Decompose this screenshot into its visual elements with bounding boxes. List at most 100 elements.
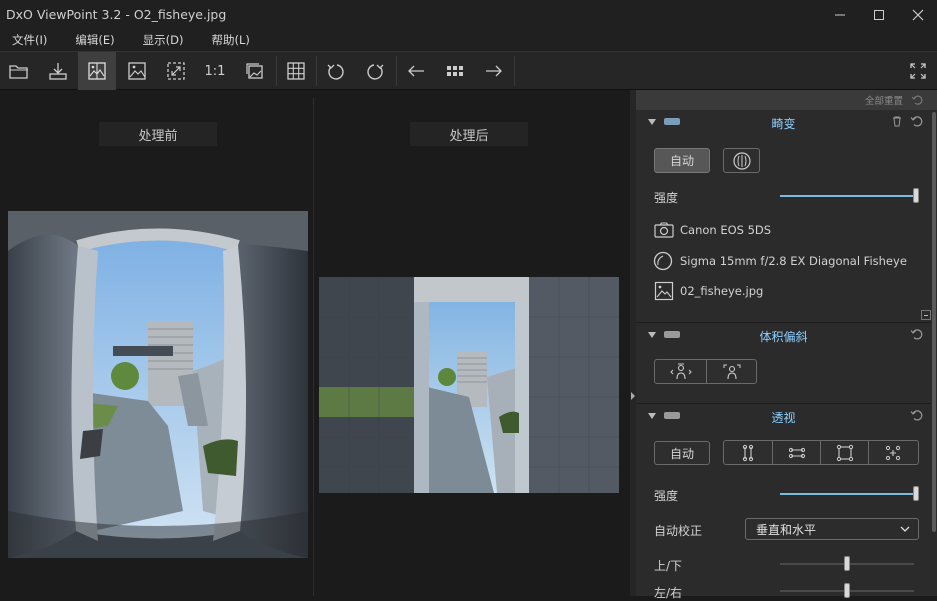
export-icon (49, 63, 67, 80)
horizontal-shift-label: 左/右 (654, 586, 683, 600)
rotate-right-button[interactable] (356, 52, 394, 90)
fullscreen-icon (910, 63, 926, 79)
menu-bar: 文件(I) 编辑(E) 显示(D) 帮助(L) (0, 29, 937, 51)
after-label: 处理后 (410, 122, 528, 146)
trash-icon[interactable] (891, 115, 903, 127)
vertical-shift-label: 上/下 (654, 559, 683, 573)
perspective-mode-group (723, 440, 919, 465)
next-image-button[interactable] (475, 52, 513, 90)
zoom-100-button[interactable]: 1:1 (196, 52, 234, 90)
compare-view-button[interactable] (78, 52, 116, 90)
menu-edit[interactable]: 编辑(E) (75, 32, 114, 48)
auto-correct-label: 自动校正 (654, 524, 703, 538)
grid-icon (287, 62, 305, 80)
distortion-title: 畸变 (771, 117, 796, 131)
perspective-intensity-label: 强度 (654, 489, 679, 503)
distortion-manual-button[interactable] (723, 148, 760, 173)
undo-icon[interactable] (911, 94, 923, 106)
person-corner-icon (723, 364, 740, 379)
camera-model: Canon EOS 5DS (680, 223, 772, 237)
menu-display[interactable]: 显示(D) (143, 32, 184, 48)
perspective-intensity-track[interactable] (780, 493, 914, 495)
fit-to-screen-button[interactable] (157, 52, 195, 90)
lens-model: Sigma 15mm f/2.8 EX Diagonal Fisheye (680, 254, 907, 268)
auto-correct-select[interactable]: 垂直和水平 (745, 518, 919, 540)
toolbar: 1:1 (0, 51, 937, 90)
perspective-rectangle-button[interactable] (820, 441, 868, 464)
perspective-auto-button[interactable]: 自动 (654, 441, 710, 465)
distortion-header[interactable]: 畸变 (636, 110, 931, 134)
layers-icon (246, 63, 263, 79)
folder-icon (9, 65, 28, 79)
window-title: DxO ViewPoint 3.2 - O2_fisheye.jpg (6, 7, 227, 22)
minimize-button[interactable] (820, 0, 859, 29)
auto-correct-value: 垂直和水平 (756, 522, 817, 537)
volume-deformation-section: 体积偏斜 (636, 323, 931, 403)
thumbnails-icon (447, 66, 463, 76)
collapse-box-icon[interactable] (921, 310, 931, 320)
image-viewer: 处理前 处理后 (0, 90, 630, 596)
fit-screen-icon (167, 62, 185, 80)
rotate-left-button[interactable] (317, 52, 355, 90)
arrow-right-icon (486, 65, 502, 77)
volume-cylindrical-button[interactable] (655, 360, 706, 383)
grid-button[interactable] (277, 52, 315, 90)
perspective-section: 透视 自动 强度 自动校正 垂直和水平 上/下 左/右 (636, 404, 931, 600)
menu-file[interactable]: 文件(I) (12, 32, 47, 48)
distortion-intensity-track[interactable] (780, 195, 914, 197)
volume-title: 体积偏斜 (759, 330, 808, 344)
maximize-button[interactable] (859, 0, 898, 29)
rotate-right-icon (367, 64, 384, 80)
file-name: 02_fisheye.jpg (680, 284, 764, 298)
compare-divider[interactable] (313, 98, 314, 596)
undo-icon[interactable] (909, 114, 923, 128)
menu-help[interactable]: 帮助(L) (211, 32, 249, 48)
split-image-icon (88, 62, 106, 80)
fisheye-photo (8, 211, 308, 558)
chevron-down-icon (900, 526, 910, 532)
points-icon (885, 445, 900, 460)
before-label: 处理前 (99, 122, 217, 146)
before-image[interactable] (8, 211, 308, 558)
correction-panel: 全部重置 畸变 自动 强度 Canon EOS 5DS Sigma 15mm f… (636, 90, 937, 600)
perspective-header[interactable]: 透视 (636, 404, 931, 428)
rectangle-icon (836, 444, 853, 461)
image-icon (128, 62, 146, 80)
arrow-left-icon (408, 65, 424, 77)
distortion-section: 畸变 自动 强度 Canon EOS 5DS Sigma 15mm f/2.8 … (636, 110, 931, 323)
reset-all-button[interactable]: 全部重置 (865, 93, 903, 107)
fisheye-lens-icon (732, 151, 751, 170)
volume-spherical-button[interactable] (706, 360, 756, 383)
close-button[interactable] (898, 0, 937, 29)
export-button[interactable] (39, 52, 77, 90)
title-bar: DxO ViewPoint 3.2 - O2_fisheye.jpg (0, 0, 937, 29)
perspective-intensity-knob[interactable] (913, 486, 919, 501)
fullscreen-button[interactable] (899, 52, 937, 90)
rotate-left-icon (327, 64, 344, 80)
after-image[interactable] (319, 277, 619, 493)
vertical-lines-icon (742, 444, 754, 461)
perspective-horizontal-button[interactable] (772, 441, 820, 464)
undo-icon[interactable] (909, 408, 923, 422)
horizontal-lines-icon (788, 447, 805, 458)
perspective-vertical-button[interactable] (724, 441, 772, 464)
lens-icon (653, 251, 673, 271)
reset-bar: 全部重置 (636, 90, 937, 110)
perspective-eight-points-button[interactable] (868, 441, 916, 464)
panel-scrollbar[interactable] (931, 110, 937, 596)
previous-image-button[interactable] (397, 52, 435, 90)
distortion-intensity-label: 强度 (654, 191, 679, 205)
distortion-intensity-knob[interactable] (913, 188, 919, 203)
image-browser-button[interactable] (436, 52, 474, 90)
camera-icon (654, 222, 674, 238)
crop-button[interactable] (236, 52, 274, 90)
undo-icon[interactable] (909, 327, 923, 341)
volume-header[interactable]: 体积偏斜 (636, 323, 931, 347)
vertical-shift-knob[interactable] (844, 556, 850, 571)
distortion-auto-button[interactable]: 自动 (654, 148, 710, 173)
open-folder-button[interactable] (0, 52, 38, 90)
volume-mode-group (654, 359, 757, 384)
person-horizontal-icon (669, 363, 692, 379)
image-file-icon (654, 281, 674, 301)
single-view-button[interactable] (118, 52, 156, 90)
